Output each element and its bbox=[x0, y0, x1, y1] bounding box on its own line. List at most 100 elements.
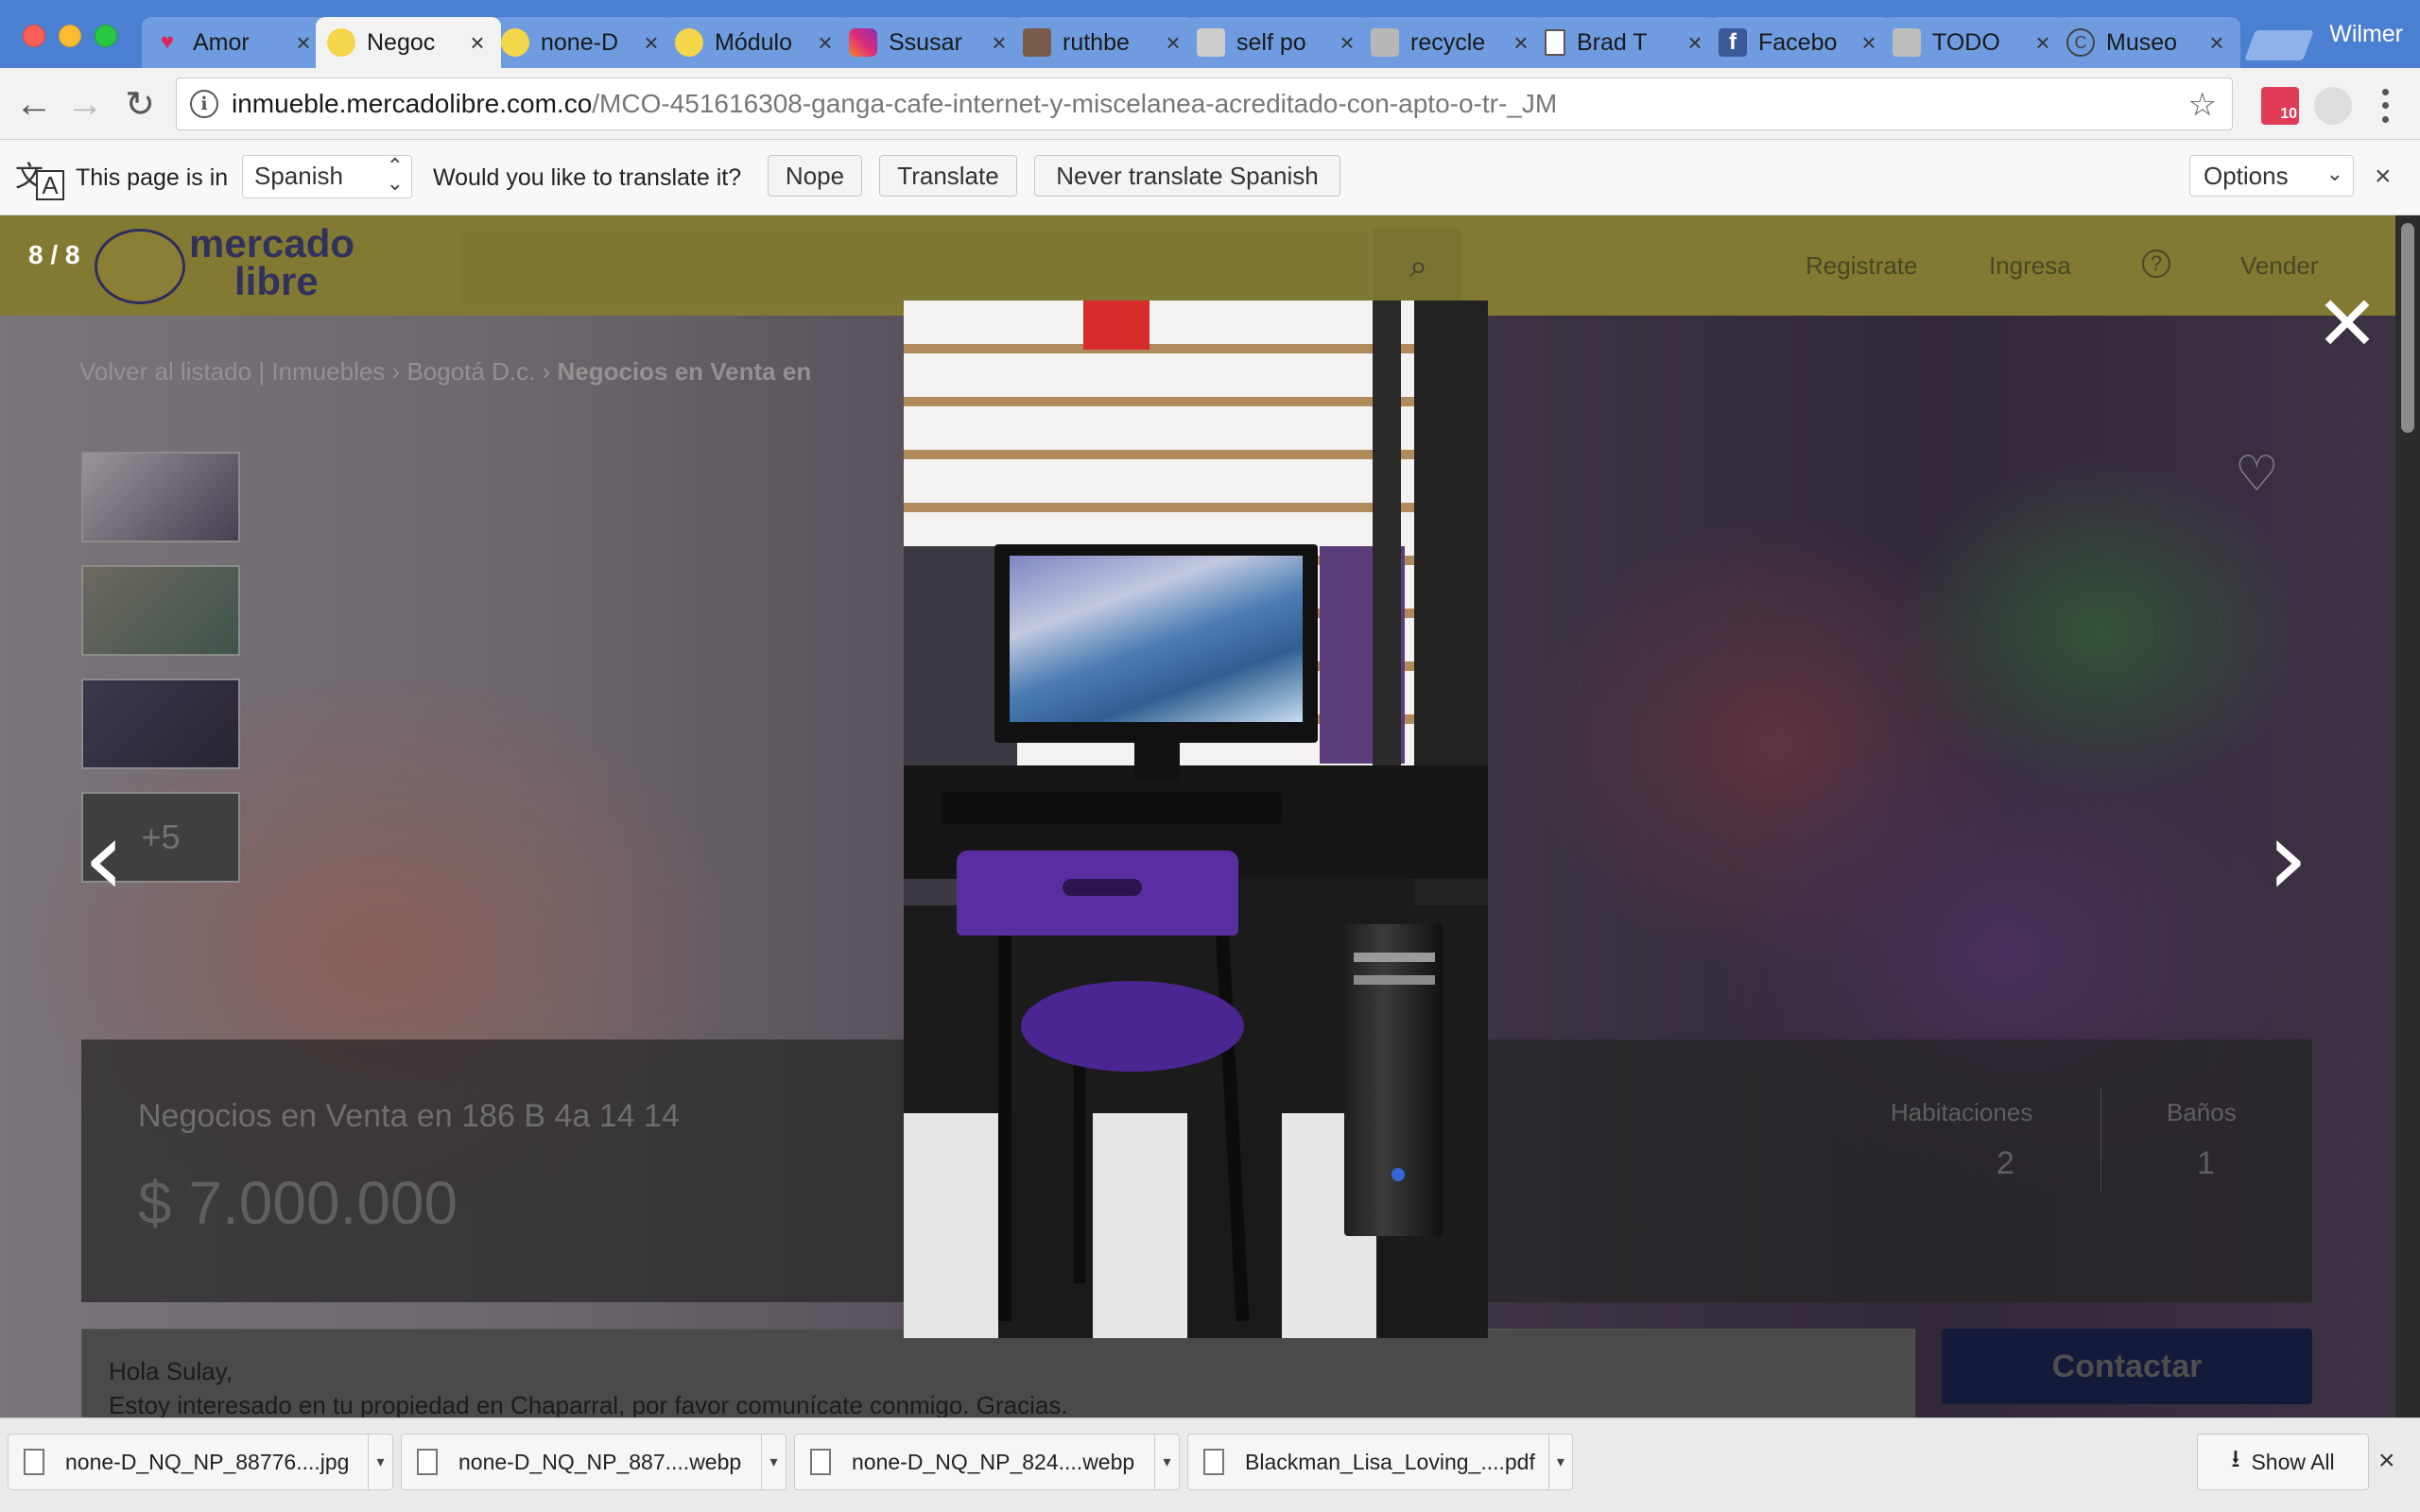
extension-badge-count: 10 bbox=[2280, 106, 2297, 122]
download-item[interactable]: none-D_NQ_NP_887....webp ▾ bbox=[401, 1434, 786, 1490]
tab-close-icon[interactable]: × bbox=[1509, 28, 1533, 58]
tab-instagram[interactable]: Ssusar × bbox=[838, 17, 1023, 68]
tab-modulo[interactable]: Módulo × bbox=[664, 17, 849, 68]
tab-close-icon[interactable]: × bbox=[1335, 28, 1359, 58]
contact-button[interactable]: Contactar bbox=[1942, 1329, 2312, 1404]
nope-button[interactable]: Nope bbox=[768, 155, 862, 197]
chevron-down-icon[interactable]: ▾ bbox=[368, 1435, 392, 1489]
tab-close-icon[interactable]: × bbox=[2031, 28, 2055, 58]
download-item[interactable]: Blackman_Lisa_Loving_....pdf ▾ bbox=[1187, 1434, 1573, 1490]
tab-ruthbe[interactable]: ruthbe × bbox=[1011, 17, 1197, 68]
tab-close-icon[interactable]: × bbox=[465, 28, 490, 58]
forward-arrow-icon[interactable]: → bbox=[62, 81, 108, 127]
show-all-downloads-button[interactable]: ⭳ Show All bbox=[2197, 1434, 2369, 1490]
tab-recycle[interactable]: recycle × bbox=[1359, 17, 1545, 68]
translate-button[interactable]: Translate bbox=[879, 155, 1017, 197]
translate-prefix: This page is in bbox=[76, 164, 229, 191]
download-open[interactable]: none-D_NQ_NP_88776....jpg bbox=[9, 1435, 368, 1489]
download-open[interactable]: none-D_NQ_NP_887....webp bbox=[402, 1435, 761, 1489]
download-filename: none-D_NQ_NP_887....webp bbox=[458, 1449, 742, 1474]
file-icon bbox=[417, 1449, 438, 1475]
close-icon[interactable]: ✕ bbox=[2314, 286, 2380, 362]
document-icon bbox=[1545, 29, 1565, 56]
url-text[interactable]: inmueble.mercadolibre.com.co/MCO-4516163… bbox=[232, 89, 1557, 119]
vertical-scrollbar[interactable] bbox=[2395, 215, 2420, 1418]
image-icon bbox=[1197, 28, 1225, 57]
tab-museo[interactable]: C Museo × bbox=[2055, 17, 2240, 68]
tab-self-po[interactable]: self po × bbox=[1185, 17, 1371, 68]
tab-close-icon[interactable]: × bbox=[987, 28, 1011, 58]
language-select[interactable]: Spanish ⌃ ⌄ bbox=[242, 155, 412, 198]
baths-label: Baños bbox=[2167, 1098, 2237, 1126]
tab-none-d[interactable]: none-D × bbox=[490, 17, 675, 68]
tab-close-icon[interactable]: × bbox=[1161, 28, 1185, 58]
download-item[interactable]: none-D_NQ_NP_824....webp ▾ bbox=[794, 1434, 1180, 1490]
tab-negocios[interactable]: Negoc × bbox=[316, 17, 501, 68]
never-translate-button[interactable]: Never translate Spanish bbox=[1034, 155, 1340, 197]
profile-name[interactable]: Wilmer bbox=[2329, 21, 2403, 48]
tab-title: TODO bbox=[1932, 28, 2000, 56]
chevron-down-icon[interactable]: ▾ bbox=[761, 1435, 786, 1489]
window-close-button[interactable] bbox=[23, 25, 45, 47]
tab-close-icon[interactable]: × bbox=[639, 28, 664, 58]
window-minimize-button[interactable] bbox=[59, 25, 81, 47]
translate-infobar: 文A This page is in Spanish ⌃ ⌄ Would you … bbox=[0, 140, 2420, 215]
kebab-menu-icon[interactable] bbox=[2371, 85, 2399, 127]
tab-close-icon[interactable]: × bbox=[813, 28, 838, 58]
tab-facebook[interactable]: f Facebo × bbox=[1707, 17, 1893, 68]
tab-title: none-D bbox=[541, 28, 618, 56]
back-arrow-icon[interactable]: ← bbox=[11, 81, 57, 127]
extension-icon[interactable] bbox=[2314, 87, 2352, 125]
photo-drive-bay bbox=[1354, 953, 1435, 962]
language-value: Spanish bbox=[254, 162, 343, 190]
photo-checkered-floor bbox=[904, 1113, 1414, 1338]
instagram-icon bbox=[849, 28, 877, 57]
chevron-down-icon[interactable]: ▾ bbox=[1547, 1435, 1572, 1489]
download-filename: none-D_NQ_NP_88776....jpg bbox=[65, 1449, 350, 1474]
tab-close-icon[interactable]: × bbox=[1857, 28, 1881, 58]
tab-brad[interactable]: Brad T × bbox=[1533, 17, 1719, 68]
photo-monitor-stand bbox=[1134, 743, 1180, 781]
photo-chair-seat bbox=[1021, 981, 1244, 1072]
bookmark-star-icon[interactable]: ☆ bbox=[2188, 86, 2217, 124]
listing-title: Negocios en Venta en 186 B 4a 14 14 bbox=[138, 1098, 680, 1134]
tab-close-icon[interactable]: × bbox=[1683, 28, 1707, 58]
contact-message-textarea[interactable]: Hola Sulay, Estoy interesado en tu propi… bbox=[81, 1329, 1915, 1418]
tab-todo[interactable]: TODO × bbox=[1881, 17, 2066, 68]
tab-amor[interactable]: ♥ Amor × bbox=[142, 17, 327, 68]
rooms-value: 2 bbox=[1996, 1145, 2014, 1181]
download-open[interactable]: none-D_NQ_NP_824....webp bbox=[795, 1435, 1154, 1489]
image-icon bbox=[1893, 28, 1921, 57]
download-item[interactable]: none-D_NQ_NP_88776....jpg ▾ bbox=[8, 1434, 393, 1490]
window-maximize-button[interactable] bbox=[95, 25, 117, 47]
shelf-close-icon[interactable]: × bbox=[2378, 1445, 2395, 1477]
photo-chair-leg bbox=[1074, 1057, 1085, 1283]
message-text: Hola Sulay, Estoy interesado en tu propi… bbox=[109, 1354, 1068, 1418]
download-open[interactable]: Blackman_Lisa_Loving_....pdf bbox=[1188, 1435, 1548, 1489]
heart-icon: ♥ bbox=[160, 29, 175, 55]
extension-badge-icon[interactable]: 10 bbox=[2261, 87, 2299, 125]
message-line2: Estoy interesado en tu propiedad en Chap… bbox=[109, 1391, 1068, 1418]
tab-close-icon[interactable]: × bbox=[291, 28, 316, 58]
info-icon[interactable]: i bbox=[190, 90, 218, 118]
previous-arrow-icon[interactable]: ‹ bbox=[76, 806, 132, 915]
reload-icon[interactable]: ↻ bbox=[117, 81, 163, 127]
options-select[interactable]: Options ⌄ bbox=[2189, 155, 2354, 197]
listing-price: $ 7.000.000 bbox=[138, 1169, 458, 1237]
browser-toolbar: ← → ↻ i inmueble.mercadolibre.com.co/MCO… bbox=[0, 68, 2420, 140]
new-tab-button[interactable] bbox=[2244, 30, 2314, 60]
pdf-file-icon bbox=[1203, 1449, 1224, 1475]
infobar-close-icon[interactable]: × bbox=[2375, 161, 2392, 193]
copyright-icon: C bbox=[2066, 28, 2095, 57]
next-arrow-icon[interactable]: › bbox=[2259, 806, 2316, 915]
image-file-icon bbox=[24, 1449, 44, 1475]
facebook-icon: f bbox=[1719, 28, 1747, 57]
tab-strip: ♥ Amor × Negoc × none-D × Módulo × Ssusa… bbox=[0, 0, 2420, 68]
chevron-down-icon[interactable]: ▾ bbox=[1154, 1435, 1179, 1489]
tab-list: ♥ Amor × Negoc × none-D × Módulo × Ssusa… bbox=[142, 17, 2240, 68]
address-bar[interactable]: i inmueble.mercadolibre.com.co/MCO-45161… bbox=[176, 77, 2233, 130]
scrollbar-thumb[interactable] bbox=[2401, 223, 2414, 433]
tab-close-icon[interactable]: × bbox=[2204, 28, 2229, 58]
download-filename: none-D_NQ_NP_824....webp bbox=[852, 1449, 1135, 1474]
show-all-label: Show All bbox=[2251, 1449, 2335, 1474]
